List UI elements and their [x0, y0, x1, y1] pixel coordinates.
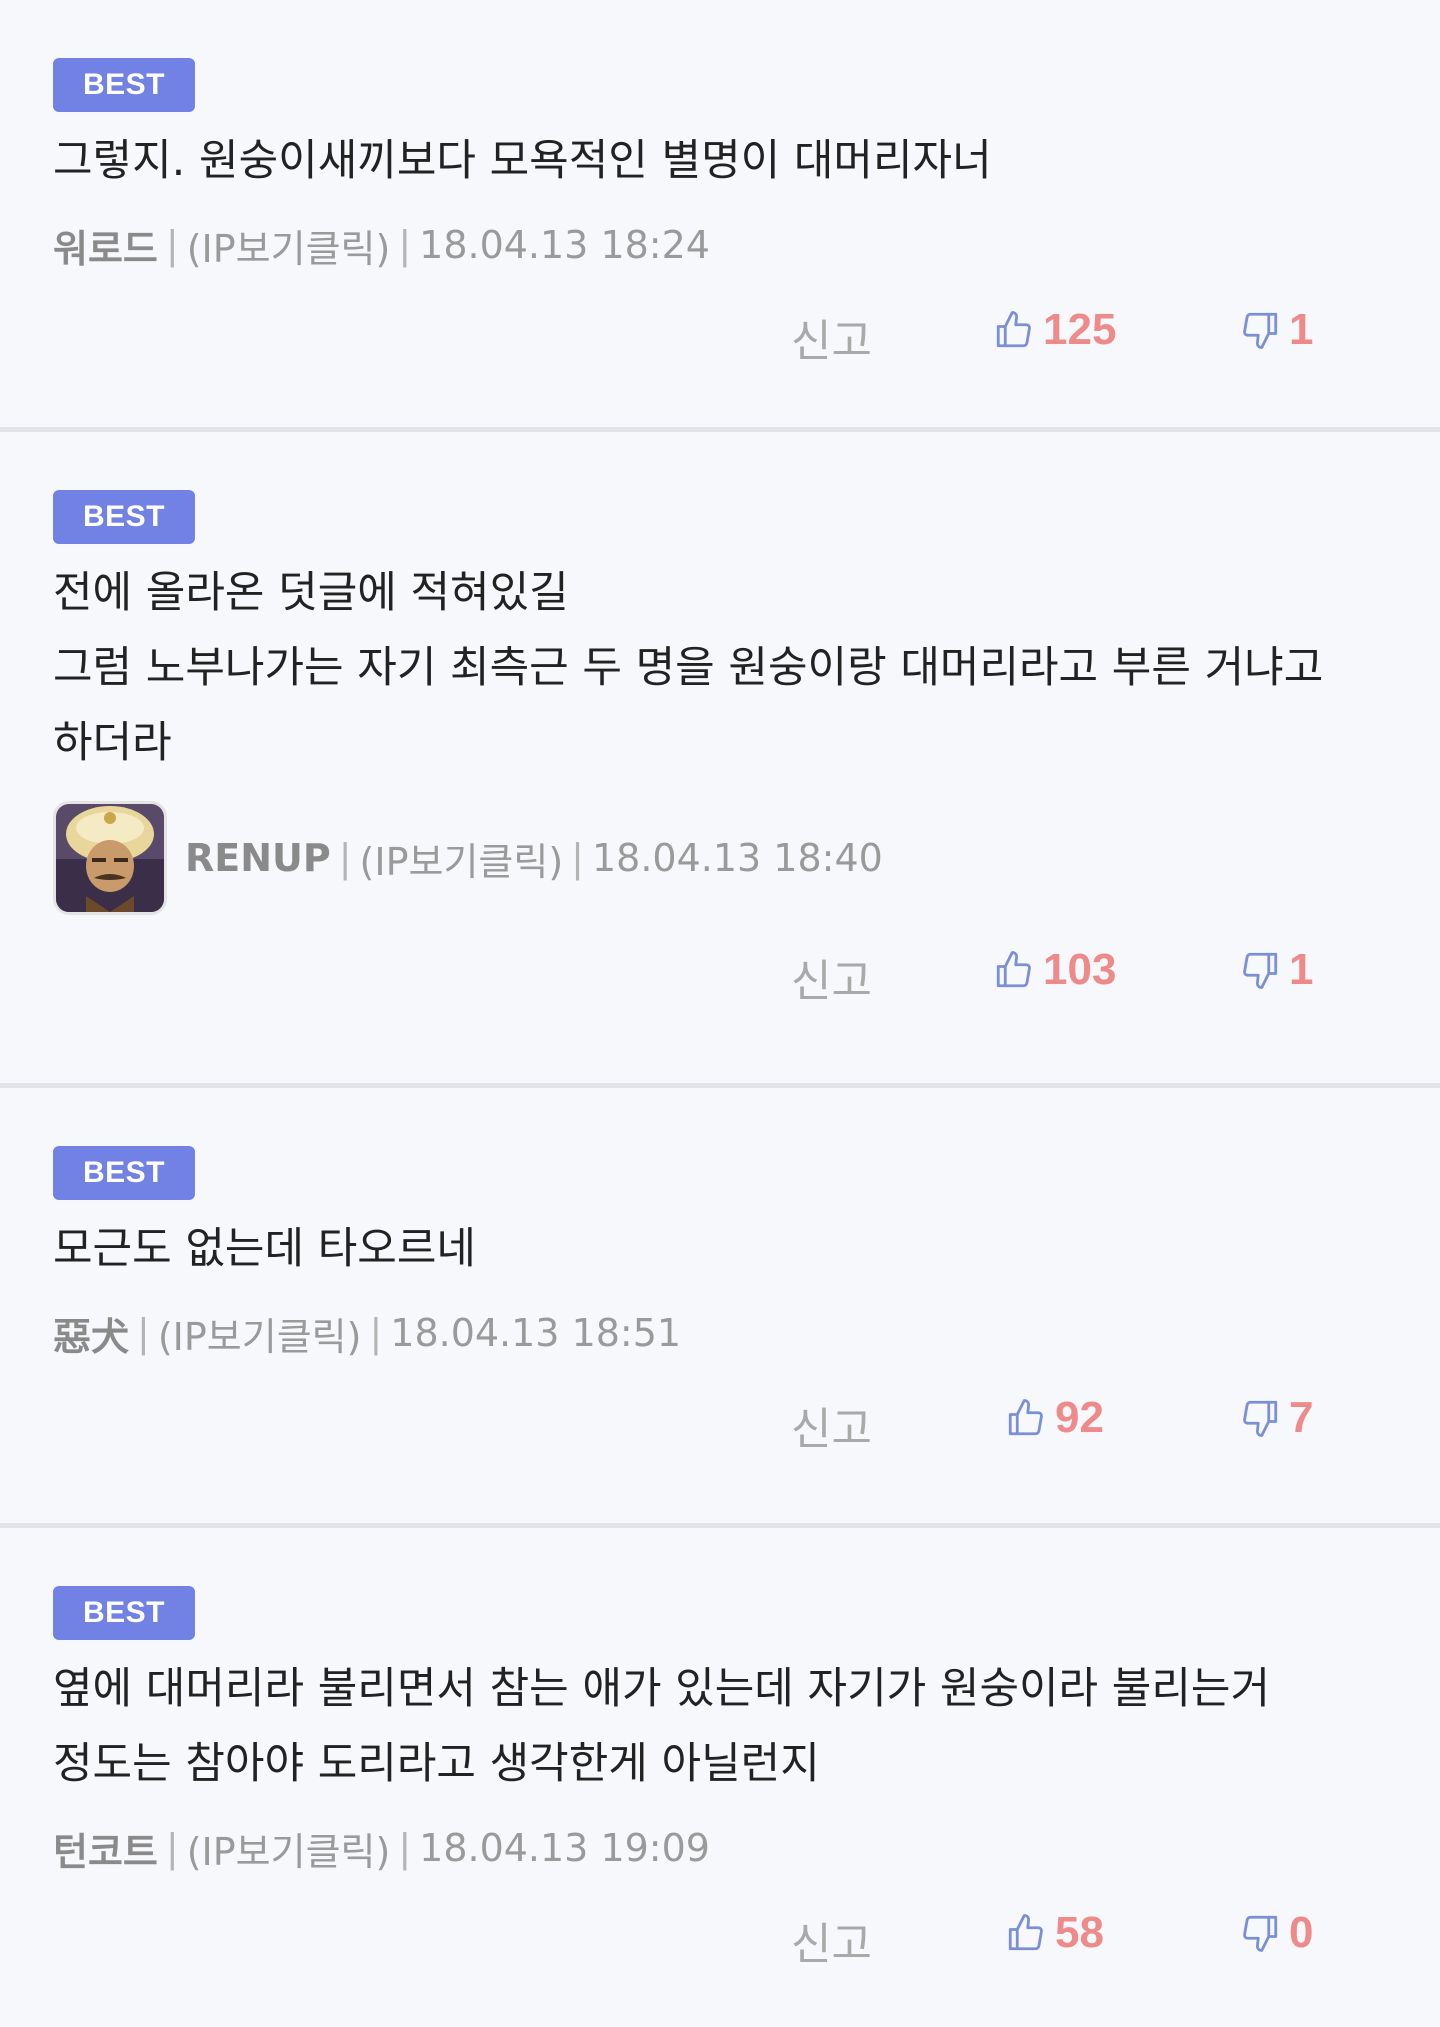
downvote-button[interactable]: 1	[1239, 945, 1313, 995]
comment-actions: 신고 58 0	[53, 1900, 1387, 2027]
author-nickname[interactable]: 턴코트	[53, 1821, 158, 1876]
best-comment-list: BEST 그렇지. 원숭이새끼보다 모욕적인 별명이 대머리자너 워로드 | (…	[0, 0, 1440, 2027]
comment-text: 전에 올라온 덧글에 적혀있길 그럼 노부나가는 자기 최측근 두 명을 원숭이…	[53, 568, 1324, 768]
meta-separator: |	[165, 1826, 179, 1870]
ip-view-link[interactable]: (IP보기클릭)	[360, 831, 564, 886]
avatar[interactable]	[53, 801, 167, 915]
meta-separator: |	[571, 836, 584, 880]
downvote-count: 1	[1289, 945, 1314, 994]
meta-separator: |	[369, 1311, 383, 1355]
upvote-count: 92	[1055, 1393, 1104, 1442]
ip-view-link[interactable]: (IP보기클릭)	[158, 1306, 362, 1361]
downvote-button[interactable]: 1	[1239, 305, 1313, 355]
meta-separator: |	[137, 1311, 150, 1355]
upvote-count: 58	[1055, 1908, 1104, 1957]
upvote-button[interactable]: 125	[993, 305, 1116, 355]
downvote-button[interactable]: 0	[1239, 1908, 1313, 1958]
thumbs-up-icon	[1008, 1399, 1043, 1436]
best-badge: BEST	[53, 490, 196, 544]
downvote-count: 0	[1289, 1908, 1314, 1957]
comment-actions: 신고 92 7	[53, 1385, 1387, 1515]
thumbs-down-icon	[1243, 312, 1278, 349]
thumbs-up-icon	[996, 951, 1031, 988]
meta-separator: |	[398, 1826, 412, 1870]
comment-item: BEST 전에 올라온 덧글에 적혀있길 그럼 노부나가는 자기 최측근 두 명…	[0, 432, 1440, 1088]
comment-timestamp: 18.04.13 18:40	[591, 836, 883, 880]
upvote-button[interactable]: 58	[1005, 1908, 1104, 1958]
comment-item: BEST 모근도 없는데 타오르네 惡犬 | (IP보기클릭) | 18.04.…	[0, 1088, 1440, 1528]
meta-separator: |	[338, 836, 352, 880]
comment-item: BEST 옆에 대머리라 불리면서 참는 애가 있는데 자기가 원숭이라 불리는…	[0, 1528, 1440, 2027]
ip-view-link[interactable]: (IP보기클릭)	[187, 1821, 391, 1876]
meta-separator: |	[398, 223, 412, 267]
comment-meta: 워로드 | (IP보기클릭) | 18.04.13 18:24	[53, 213, 1387, 277]
comment-text: 옆에 대머리라 불리면서 참는 애가 있는데 자기가 원숭이라 불리는거 정도는…	[53, 1664, 1284, 1789]
downvote-button[interactable]: 7	[1239, 1393, 1313, 1443]
thumbs-down-icon	[1243, 952, 1278, 989]
thumbs-down-icon	[1243, 1915, 1278, 1952]
thumbs-up-icon	[996, 311, 1031, 348]
comment-text: 그렇지. 원숭이새끼보다 모욕적인 별명이 대머리자너	[53, 136, 992, 186]
best-badge: BEST	[53, 1586, 196, 1640]
best-badge: BEST	[53, 58, 196, 112]
author-nickname[interactable]: RENUP	[185, 836, 331, 880]
upvote-count: 103	[1043, 945, 1117, 994]
downvote-count: 7	[1289, 1393, 1314, 1442]
ip-view-link[interactable]: (IP보기클릭)	[187, 218, 391, 273]
comment-actions: 신고 103 1	[53, 937, 1387, 1067]
comment-timestamp: 18.04.13 18:51	[390, 1311, 682, 1355]
comment-meta: 惡犬 | (IP보기클릭) | 18.04.13 18:51	[53, 1301, 1387, 1365]
author-nickname[interactable]: 惡犬	[53, 1306, 129, 1361]
comment-meta: 턴코트 | (IP보기클릭) | 18.04.13 19:09	[53, 1816, 1387, 1880]
report-button[interactable]: 신고	[791, 1393, 872, 1457]
best-badge: BEST	[53, 1146, 196, 1200]
upvote-button[interactable]: 92	[1005, 1393, 1104, 1443]
downvote-count: 1	[1289, 305, 1314, 354]
comment-actions: 신고 125 1	[53, 297, 1387, 427]
upvote-button[interactable]: 103	[993, 945, 1116, 995]
report-button[interactable]: 신고	[791, 945, 872, 1009]
thumbs-down-icon	[1243, 1400, 1278, 1437]
author-nickname[interactable]: 워로드	[53, 218, 158, 273]
comment-meta: RENUP | (IP보기클릭) | 18.04.13 18:40	[53, 799, 1387, 917]
report-button[interactable]: 신고	[791, 305, 872, 369]
comment-timestamp: 18.04.13 19:09	[419, 1826, 710, 1870]
thumbs-up-icon	[1008, 1914, 1043, 1951]
meta-separator: |	[165, 223, 179, 267]
comment-timestamp: 18.04.13 18:24	[419, 223, 710, 267]
upvote-count: 125	[1043, 305, 1117, 354]
report-button[interactable]: 신고	[791, 1908, 872, 1972]
comment-item: BEST 그렇지. 원숭이새끼보다 모욕적인 별명이 대머리자너 워로드 | (…	[0, 0, 1440, 432]
comment-text: 모근도 없는데 타오르네	[53, 1224, 476, 1274]
